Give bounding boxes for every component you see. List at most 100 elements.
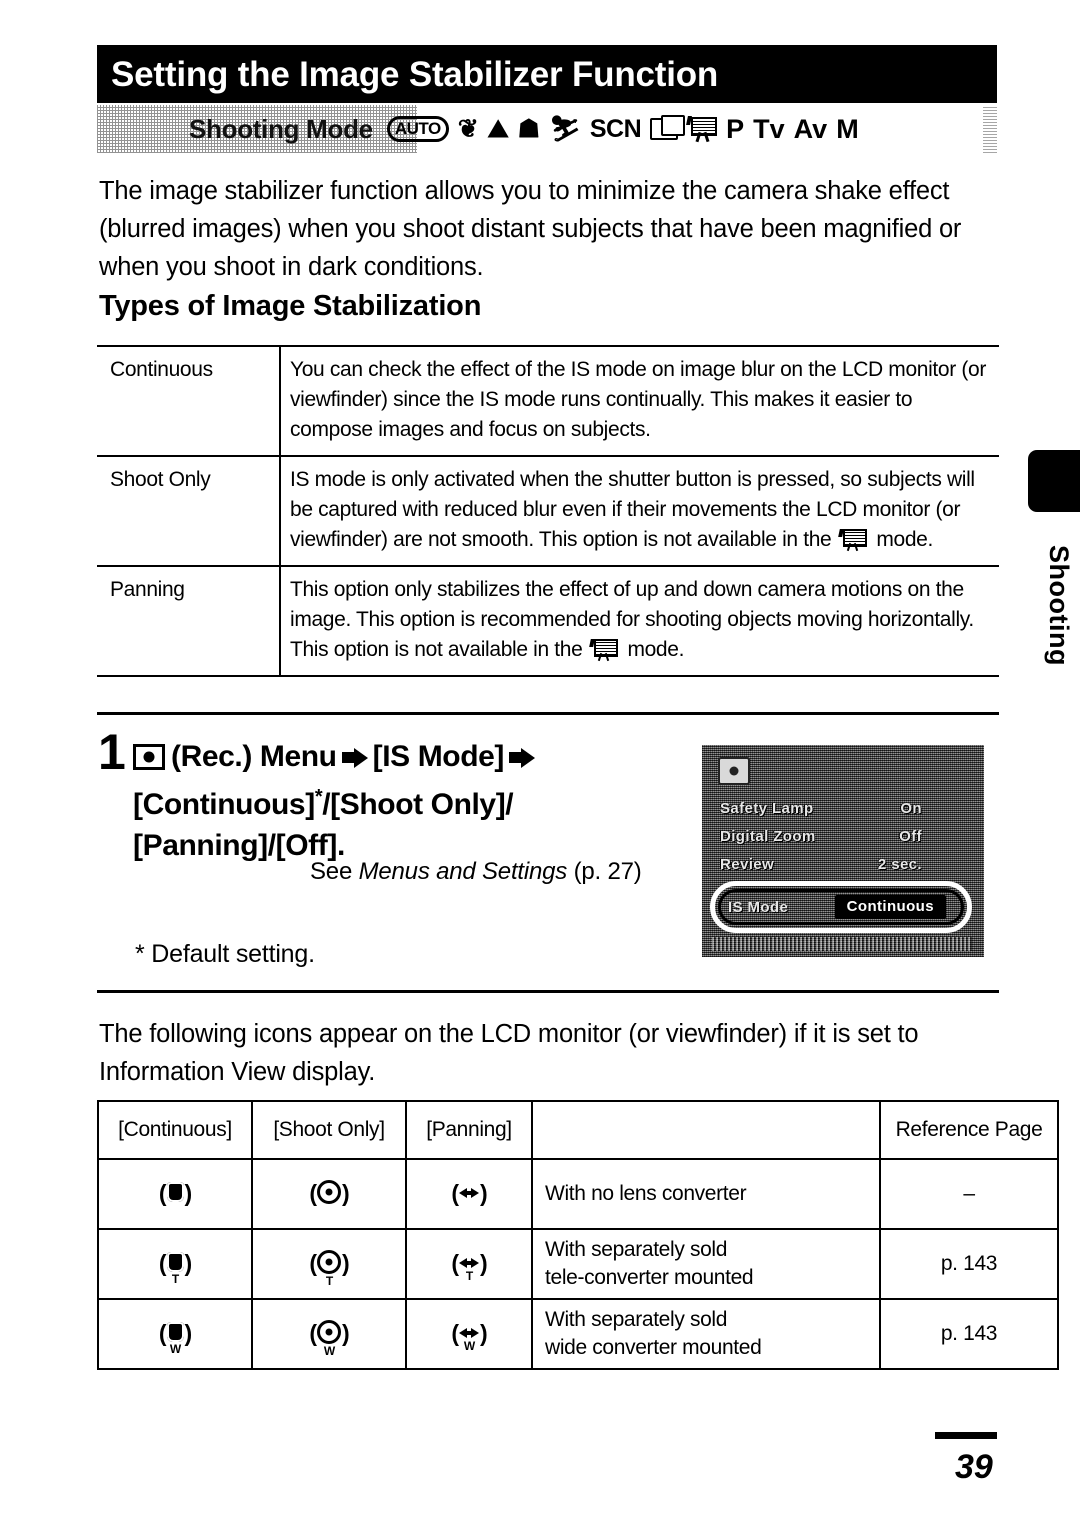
- lcd-selected-label: IS Mode: [728, 898, 789, 916]
- scn-mode-icon: SCN: [589, 114, 642, 143]
- icon-panning-wide-converter: (W): [405, 1298, 533, 1370]
- section-heading: Types of Image Stabilization: [99, 290, 482, 322]
- table-row: (T) (T) (T) With separately sold tele-co…: [97, 1228, 1059, 1300]
- table-row: Shoot Only IS mode is only activated whe…: [97, 455, 999, 566]
- program-mode-icon: P: [726, 113, 745, 144]
- portrait-mode-icon: ❦: [457, 114, 479, 143]
- is-icons-table: [Continuous] [Shoot Only] [Panning] Refe…: [97, 1100, 1059, 1370]
- type-desc-shoot-only-part1: IS mode is only activated when the shutt…: [290, 468, 975, 551]
- shooting-mode-icon-list: AUTO ❦ ⛰ ☗ ⛷ SCN P Tv Av M: [386, 113, 859, 144]
- auto-mode-icon: AUTO: [386, 116, 449, 142]
- type-name-panning: Panning: [97, 565, 281, 677]
- lcd-selected-row: IS Mode Continuous: [728, 893, 956, 921]
- see-prefix: See: [310, 858, 359, 885]
- lcd-screenshot: Safety Lamp On Digital Zoom Off Review 2…: [702, 745, 984, 957]
- lcd-row-label: Review: [720, 855, 775, 873]
- icon-shoot-only-tele-converter: (T): [251, 1228, 407, 1300]
- row-reference: p. 143: [879, 1298, 1059, 1370]
- row-description: With separately sold tele-converter moun…: [531, 1228, 881, 1300]
- table-row: Continuous You can check the effect of t…: [97, 345, 999, 456]
- column-header-reference-page: Reference Page: [879, 1100, 1059, 1160]
- tele-subscript: T: [465, 1269, 473, 1284]
- default-setting-note: * Default setting.: [135, 940, 315, 968]
- table-row: Panning This option only stabilizes the …: [97, 565, 999, 677]
- lcd-menu-row: Review 2 sec.: [720, 851, 968, 877]
- lcd-row-label: Digital Zoom: [720, 827, 816, 845]
- row-description-line1: With separately sold: [545, 1308, 728, 1331]
- type-desc-shoot-only-part2: mode.: [876, 528, 933, 551]
- row-description-line2: tele-converter mounted: [545, 1266, 754, 1289]
- is-shoot-only-tele-icon: (T): [309, 1249, 350, 1288]
- lcd-menu-row: Safety Lamp On: [720, 795, 968, 821]
- see-suffix: (p. 27): [567, 858, 642, 885]
- page-title-bar: Setting the Image Stabilizer Function: [97, 45, 997, 103]
- manual-mode-icon: M: [836, 113, 859, 144]
- row-description-line1: With separately sold: [545, 1238, 728, 1261]
- is-panning-wide-icon: (W): [451, 1320, 487, 1354]
- hatch-pattern-right: [983, 105, 997, 153]
- type-desc-panning-part2: mode.: [627, 638, 685, 661]
- lcd-menu-row: Digital Zoom Off: [720, 823, 968, 849]
- is-continuous-icon: (): [158, 1180, 192, 1207]
- landscape-mode-icon: ⛰: [487, 114, 509, 143]
- side-tab-marker: [1028, 450, 1080, 512]
- tele-subscript: T: [171, 1271, 179, 1286]
- step-line2: [Continuous]: [133, 788, 315, 821]
- lcd-selected-value: Continuous: [834, 895, 946, 919]
- wide-subscript: W: [323, 1343, 335, 1358]
- movie-mode-icon: [838, 529, 869, 552]
- icon-panning-no-converter: (): [405, 1158, 533, 1230]
- icon-continuous-wide-converter: (W): [97, 1298, 253, 1370]
- is-shoot-only-wide-icon: (W): [309, 1319, 350, 1358]
- table-row: (W) (W) (W) With separately sold wide co…: [97, 1298, 1059, 1370]
- lcd-row-value: Off: [899, 827, 922, 845]
- lcd-row-value: 2 sec.: [877, 855, 922, 873]
- lcd-row-label: Safety Lamp: [720, 799, 814, 817]
- step-line1-b: [IS Mode]: [372, 740, 505, 773]
- type-desc-continuous: You can check the effect of the IS mode …: [280, 345, 999, 456]
- side-tab-label: Shooting: [1044, 544, 1074, 666]
- icons-paragraph: The following icons appear on the LCD mo…: [99, 1020, 919, 1086]
- movie-mode-icon: [589, 639, 620, 662]
- see-italic-title: Menus and Settings: [358, 858, 568, 885]
- sports-mode-icon: ⛷: [549, 114, 581, 143]
- is-continuous-wide-icon: (W): [158, 1320, 192, 1356]
- arrow-right-icon: [509, 748, 536, 768]
- row-description-line2: wide converter mounted: [545, 1336, 762, 1359]
- step-divider-bottom: [97, 990, 999, 993]
- type-name-continuous: Continuous: [97, 345, 281, 456]
- step-line1-a: (Rec.) Menu: [171, 740, 337, 773]
- table-row: () () () With no lens converter –: [97, 1158, 1059, 1230]
- rec-menu-camera-icon: [133, 744, 165, 770]
- is-panning-icon: (): [451, 1180, 487, 1207]
- wide-subscript: W: [169, 1341, 181, 1356]
- movie-mode-icon: [686, 116, 718, 143]
- row-reference: –: [879, 1158, 1059, 1230]
- icon-continuous-no-converter: (): [97, 1158, 253, 1230]
- column-header-shoot-only: [Shoot Only]: [251, 1100, 407, 1160]
- table-header-row: [Continuous] [Shoot Only] [Panning] Refe…: [97, 1100, 1059, 1160]
- page-number: 39: [955, 1448, 993, 1486]
- icon-continuous-tele-converter: (T): [97, 1228, 253, 1300]
- wide-subscript: W: [463, 1339, 475, 1354]
- stitch-assist-mode-icon: [650, 115, 686, 140]
- column-header-continuous: [Continuous]: [97, 1100, 253, 1160]
- page-title: Setting the Image Stabilizer Function: [111, 54, 719, 94]
- tele-subscript: T: [325, 1273, 333, 1288]
- type-name-shoot-only: Shoot Only: [97, 455, 281, 566]
- footer-rule: [935, 1432, 997, 1439]
- step-number: 1: [98, 724, 126, 780]
- rec-menu-tab-icon: [718, 757, 750, 785]
- is-continuous-tele-icon: (T): [158, 1250, 192, 1286]
- intro-paragraph: The image stabilizer function allows you…: [99, 177, 962, 281]
- type-desc-shoot-only: IS mode is only activated when the shutt…: [280, 455, 999, 566]
- row-description: With separately sold wide converter moun…: [531, 1298, 881, 1370]
- row-description: With no lens converter: [531, 1158, 881, 1230]
- shooting-mode-strip: Shooting Mode AUTO ❦ ⛰ ☗ ⛷ SCN P Tv Av M: [97, 105, 997, 153]
- row-reference: p. 143: [879, 1228, 1059, 1300]
- lcd-bottom-bar: [712, 937, 972, 951]
- type-desc-panning: This option only stabilizes the effect o…: [280, 565, 999, 677]
- is-shoot-only-icon: (): [309, 1179, 350, 1207]
- column-header-panning: [Panning]: [405, 1100, 533, 1160]
- step-divider-top: [97, 712, 999, 715]
